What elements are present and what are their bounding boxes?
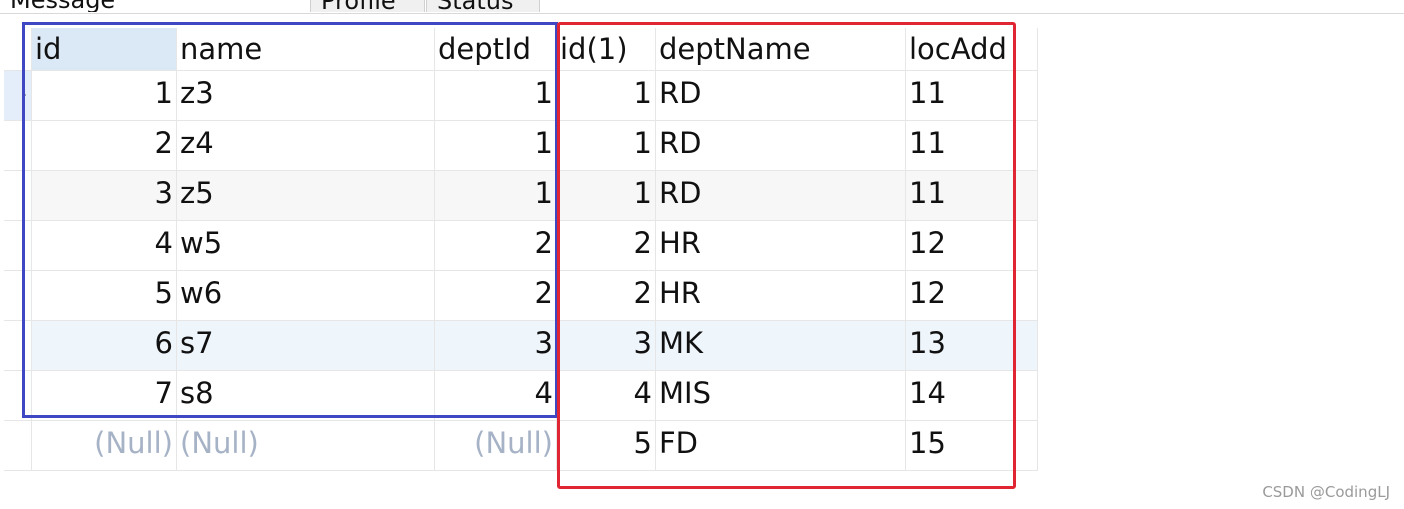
- tab-message[interactable]: Message: [0, 0, 160, 12]
- row-indicator[interactable]: [4, 371, 32, 421]
- cell-locadd[interactable]: 14: [906, 371, 1038, 421]
- row-indicator-current[interactable]: [4, 71, 32, 121]
- cell-deptname[interactable]: MIS: [656, 371, 906, 421]
- cell-deptname[interactable]: RD: [656, 71, 906, 121]
- column-header-id[interactable]: id: [32, 28, 177, 71]
- cell-name-null[interactable]: (Null): [177, 421, 435, 471]
- result-tab-strip: Message Profile Status: [0, 0, 1404, 14]
- cell-deptname[interactable]: HR: [656, 221, 906, 271]
- cell-id1[interactable]: 3: [557, 321, 656, 371]
- cell-id[interactable]: 2: [32, 121, 177, 171]
- cell-locadd[interactable]: 11: [906, 71, 1038, 121]
- cell-deptname[interactable]: HR: [656, 271, 906, 321]
- cell-name[interactable]: s7: [177, 321, 435, 371]
- column-header-id1[interactable]: id(1): [557, 28, 656, 71]
- cell-id1[interactable]: 4: [557, 371, 656, 421]
- cell-deptid[interactable]: 3: [435, 321, 557, 371]
- cell-id1[interactable]: 1: [557, 71, 656, 121]
- cell-id1[interactable]: 1: [557, 171, 656, 221]
- column-header-deptname[interactable]: deptName: [656, 28, 906, 71]
- cell-id1[interactable]: 2: [557, 271, 656, 321]
- cell-locadd[interactable]: 15: [906, 421, 1038, 471]
- cell-deptname[interactable]: FD: [656, 421, 906, 471]
- cell-name[interactable]: w6: [177, 271, 435, 321]
- cell-name[interactable]: s8: [177, 371, 435, 421]
- tab-profile[interactable]: Profile: [310, 0, 425, 12]
- row-indicator[interactable]: [4, 271, 32, 321]
- cell-locadd[interactable]: 13: [906, 321, 1038, 371]
- cell-id[interactable]: 5: [32, 271, 177, 321]
- cell-id1[interactable]: 1: [557, 121, 656, 171]
- cell-id[interactable]: 1: [32, 71, 177, 121]
- cell-deptid-null[interactable]: (Null): [435, 421, 557, 471]
- cell-id[interactable]: 7: [32, 371, 177, 421]
- cell-id1[interactable]: 2: [557, 221, 656, 271]
- column-header-deptid[interactable]: deptId: [435, 28, 557, 71]
- cell-deptname[interactable]: RD: [656, 121, 906, 171]
- cell-id[interactable]: 3: [32, 171, 177, 221]
- header-corner: [4, 28, 32, 71]
- tab-status[interactable]: Status: [426, 0, 540, 12]
- watermark: CSDN @CodingLJ: [1262, 483, 1390, 501]
- row-indicator[interactable]: [4, 171, 32, 221]
- cell-deptid[interactable]: 4: [435, 371, 557, 421]
- row-indicator[interactable]: [4, 221, 32, 271]
- column-header-locadd[interactable]: locAdd: [906, 28, 1038, 71]
- row-indicator[interactable]: [4, 121, 32, 171]
- row-indicator[interactable]: [4, 421, 32, 471]
- cell-id1[interactable]: 5: [557, 421, 656, 471]
- result-grid[interactable]: id name deptId id(1) deptName locAdd 1 z…: [4, 28, 1038, 472]
- cell-name[interactable]: w5: [177, 221, 435, 271]
- cell-locadd[interactable]: 11: [906, 121, 1038, 171]
- cell-deptid[interactable]: 2: [435, 221, 557, 271]
- query-result-panel: Message Profile Status id name deptId id…: [0, 0, 1404, 509]
- cell-deptid[interactable]: 2: [435, 271, 557, 321]
- cell-deptname[interactable]: RD: [656, 171, 906, 221]
- cell-name[interactable]: z3: [177, 71, 435, 121]
- cell-locadd[interactable]: 11: [906, 171, 1038, 221]
- current-row-arrow-icon: [22, 92, 26, 98]
- cell-deptid[interactable]: 1: [435, 121, 557, 171]
- cell-id[interactable]: 4: [32, 221, 177, 271]
- row-indicator[interactable]: [4, 321, 32, 371]
- cell-deptname[interactable]: MK: [656, 321, 906, 371]
- cell-locadd[interactable]: 12: [906, 271, 1038, 321]
- cell-deptid[interactable]: 1: [435, 71, 557, 121]
- cell-name[interactable]: z5: [177, 171, 435, 221]
- column-header-name[interactable]: name: [177, 28, 435, 71]
- cell-name[interactable]: z4: [177, 121, 435, 171]
- cell-id[interactable]: 6: [32, 321, 177, 371]
- cell-locadd[interactable]: 12: [906, 221, 1038, 271]
- cell-id-null[interactable]: (Null): [32, 421, 177, 471]
- cell-deptid[interactable]: 1: [435, 171, 557, 221]
